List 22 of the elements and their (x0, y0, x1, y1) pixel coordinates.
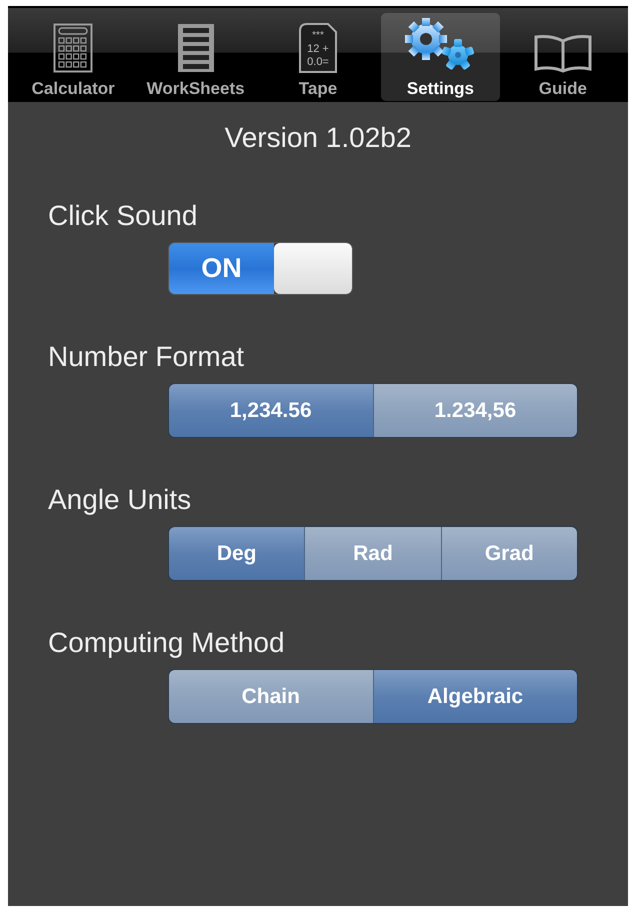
tab[interactable]: WorkSheets (136, 13, 255, 101)
receipt-icon: *** 12 + 0.0= (298, 23, 338, 73)
tab[interactable]: *** 12 + 0.0= Tape (258, 13, 378, 101)
tab[interactable]: Calculator (14, 13, 132, 101)
segment-button[interactable]: Deg (169, 527, 304, 580)
segment-button[interactable]: 1,234.56 (169, 384, 372, 437)
tab[interactable]: Guide (504, 13, 622, 101)
segment-button[interactable]: Chain (169, 670, 372, 723)
setting-label: Angle Units (48, 484, 192, 516)
book-icon (532, 33, 593, 73)
segment-button[interactable]: 1.234,56 (372, 384, 577, 437)
setting-label: Computing Method (48, 627, 285, 659)
segment-button[interactable]: Algebraic (372, 670, 577, 723)
toggle-switch[interactable]: ON (168, 242, 353, 295)
list-icon (176, 23, 216, 73)
segment-button[interactable]: Grad (440, 527, 577, 580)
calculator-icon (53, 23, 94, 73)
setting-label: Number Format (48, 341, 244, 373)
tab[interactable]: Settings (381, 13, 500, 101)
setting-label: Click Sound (48, 200, 198, 232)
segment-button[interactable]: Rad (304, 527, 441, 580)
version-text: Version 1.02b2 (224, 122, 412, 154)
